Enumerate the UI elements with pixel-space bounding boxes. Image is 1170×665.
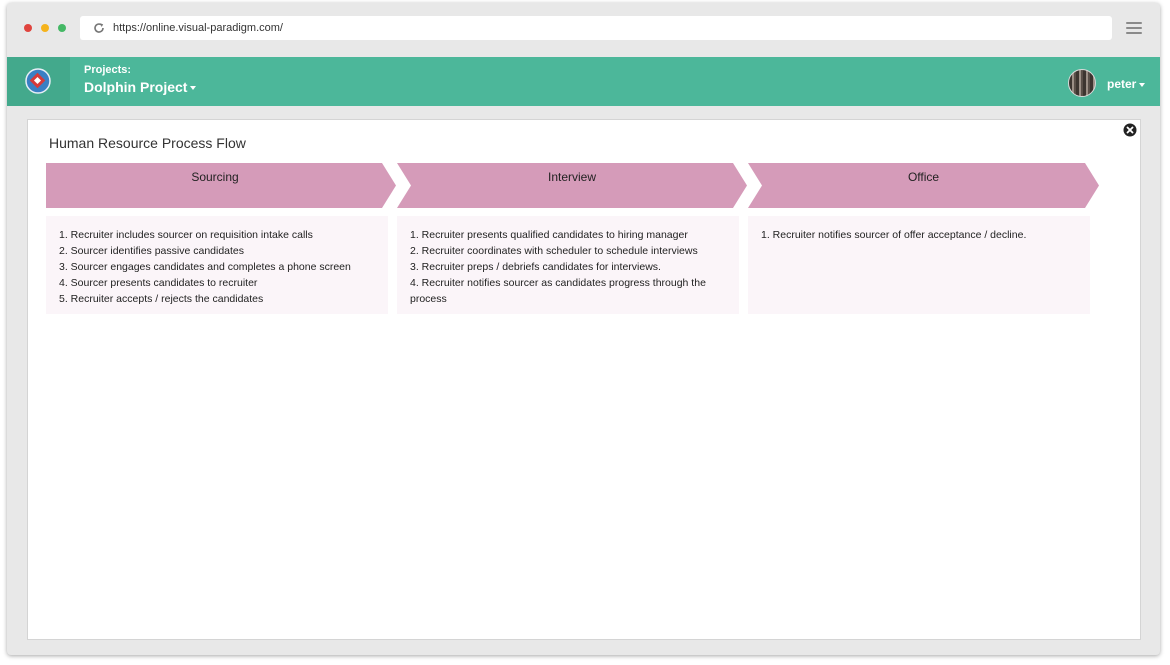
stage-label-office: Office: [907, 170, 940, 184]
list-item: 2. Recruiter coordinates with scheduler …: [410, 245, 698, 257]
list-item: 5. Recruiter accepts / rejects the candi…: [59, 293, 264, 305]
user-menu[interactable]: peter: [1107, 77, 1146, 91]
list-item: 4. Recruiter notifies sourcer as candida…: [410, 277, 706, 305]
list-item: 2. Sourcer identifies passive candidates: [59, 245, 245, 257]
projects-label: Projects:: [84, 64, 132, 76]
task-list: 1. Recruiter presents qualified candidat…: [410, 227, 726, 307]
close-window-dot[interactable]: [24, 24, 32, 32]
list-item: 3. Recruiter preps / debriefs candidates…: [410, 261, 661, 273]
browser-window: https://online.visual-paradigm.com/ Proj…: [7, 3, 1160, 655]
visual-paradigm-logo-icon: [25, 68, 51, 94]
stage-details-sourcing: 1. Recruiter includes sourcer on requisi…: [46, 216, 388, 314]
list-item: 1. Recruiter presents qualified candidat…: [410, 229, 688, 241]
list-item: 3. Sourcer engages candidates and comple…: [59, 261, 351, 273]
project-selector[interactable]: Dolphin Project: [84, 79, 197, 95]
list-item: 4. Sourcer presents candidates to recrui…: [59, 277, 258, 289]
reload-icon[interactable]: [93, 22, 105, 34]
window-controls: [24, 24, 66, 32]
minimize-window-dot[interactable]: [41, 24, 49, 32]
chevron-down-icon: [190, 86, 197, 91]
diagram-panel: Human Resource Process Flow Sourcing Int…: [27, 119, 1141, 640]
maximize-window-dot[interactable]: [58, 24, 66, 32]
hamburger-menu-icon[interactable]: [1126, 22, 1142, 35]
stage-label-sourcing: Sourcing: [191, 170, 239, 184]
stage-details-interview: 1. Recruiter presents qualified candidat…: [397, 216, 739, 314]
avatar[interactable]: [1068, 69, 1096, 97]
chevron-down-icon: [1139, 82, 1146, 87]
app-logo[interactable]: [7, 57, 70, 106]
task-list: 1. Recruiter notifies sourcer of offer a…: [761, 227, 1077, 243]
list-item: 1. Recruiter includes sourcer on requisi…: [59, 229, 313, 241]
task-list: 1. Recruiter includes sourcer on requisi…: [59, 227, 375, 307]
stage-label-interview: Interview: [547, 170, 597, 184]
stage-details-office: 1. Recruiter notifies sourcer of offer a…: [748, 216, 1090, 314]
address-bar[interactable]: https://online.visual-paradigm.com/: [80, 16, 1112, 40]
project-name: Dolphin Project: [84, 79, 188, 95]
username: peter: [1107, 77, 1137, 91]
app-header: Projects: Dolphin Project peter: [7, 57, 1160, 106]
list-item: 1. Recruiter notifies sourcer of offer a…: [761, 229, 1027, 241]
url-text: https://online.visual-paradigm.com/: [113, 22, 283, 34]
